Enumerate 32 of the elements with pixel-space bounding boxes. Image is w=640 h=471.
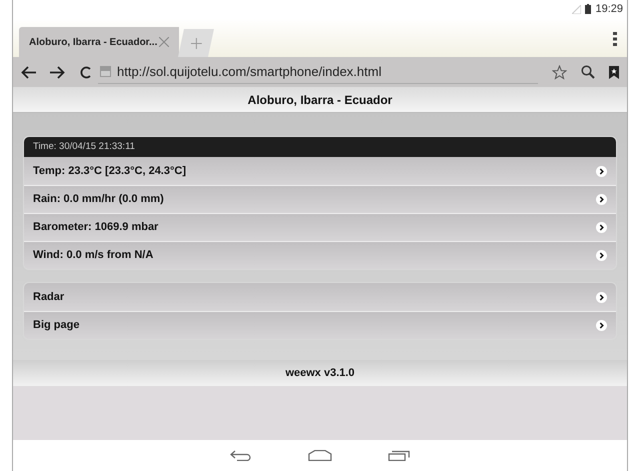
- chevron-right-icon: [596, 166, 607, 176]
- footer-text: weewx v3.1.0: [285, 366, 355, 381]
- recent-apps-icon[interactable]: [388, 450, 410, 461]
- overflow-menu-icon[interactable]: [613, 32, 617, 46]
- plus-icon: [190, 38, 202, 48]
- browser-tab[interactable]: Aloburo, Ibarra - Ecuador...: [19, 27, 179, 57]
- chevron-right-icon: [596, 222, 607, 233]
- chevron-right-icon: [596, 194, 607, 205]
- chevron-right-icon: [596, 320, 607, 331]
- list-item[interactable]: Barometer: 1069.9 mbar: [24, 213, 616, 241]
- chevron-right-icon: [596, 250, 607, 261]
- bookmark-icon[interactable]: [609, 66, 619, 78]
- search-icon[interactable]: [581, 65, 595, 79]
- home-icon[interactable]: [308, 450, 332, 461]
- page-icon: [100, 66, 111, 77]
- back-nav-icon[interactable]: [230, 450, 252, 461]
- signal-icon: [572, 4, 582, 14]
- url-text: http://sol.quijotelu.com/smartphone/index.html: [117, 62, 382, 81]
- page-title: Aloburo, Ibarra - Ecuador: [248, 92, 392, 108]
- list-item[interactable]: Radar: [24, 283, 616, 311]
- back-arrow-icon[interactable]: [21, 66, 36, 78]
- star-icon[interactable]: [552, 64, 567, 80]
- tab-title: Aloburo, Ibarra - Ecuador...: [29, 36, 158, 50]
- clock: 19:29: [595, 2, 623, 17]
- list-item[interactable]: Rain: 0.0 mm/hr (0.0 mm): [24, 185, 616, 213]
- list-item[interactable]: Wind: 0.0 m/s from N/A: [24, 241, 616, 269]
- battery-icon: [585, 4, 592, 14]
- time-label: Time: 30/04/15 21:33:11: [33, 140, 135, 154]
- chevron-right-icon: [596, 292, 607, 302]
- forward-arrow-icon[interactable]: [50, 66, 65, 78]
- list-item[interactable]: Temp: 23.3°C [23.3°C, 24.3°C]: [24, 157, 616, 185]
- reload-icon[interactable]: [79, 66, 92, 78]
